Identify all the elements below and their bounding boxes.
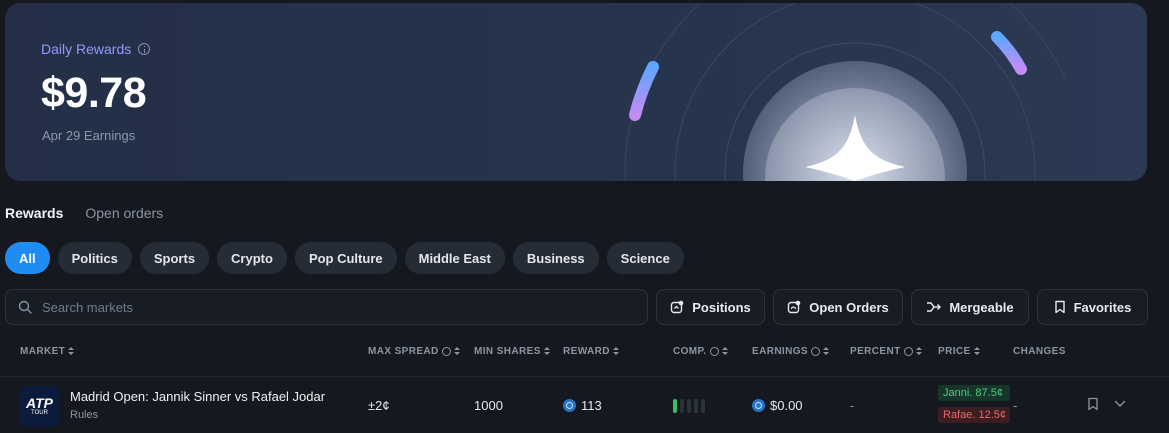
positions-label: Positions — [692, 299, 751, 315]
column-percent-label: PERCENT — [850, 346, 901, 357]
earnings-cell: $0.00 — [752, 398, 803, 413]
category-filters: All Politics Sports Crypto Pop Culture M… — [5, 242, 684, 274]
sort-icon — [973, 347, 980, 356]
mergeable-label: Mergeable — [949, 299, 1014, 315]
bookmark-icon[interactable] — [1087, 397, 1099, 411]
logo-text: ATP — [26, 395, 53, 411]
tab-rewards[interactable]: Rewards — [5, 205, 63, 221]
chevron-down-icon[interactable] — [1114, 400, 1126, 408]
column-percent[interactable]: PERCENT — [850, 346, 922, 357]
favorites-button[interactable]: Favorites — [1037, 289, 1148, 325]
sort-icon — [721, 347, 728, 356]
sort-icon — [68, 347, 75, 356]
chip-all[interactable]: All — [5, 242, 50, 274]
info-icon[interactable] — [138, 43, 151, 55]
column-comp[interactable]: COMP. — [673, 346, 728, 357]
max-spread-value: ±2¢ — [368, 398, 390, 413]
market-title[interactable]: Madrid Open: Jannik Sinner vs Rafael Jod… — [70, 389, 325, 404]
min-shares-value: 1000 — [474, 398, 503, 413]
daily-rewards-header: Daily Rewards — [41, 41, 151, 57]
comp-bar — [694, 399, 698, 413]
favorites-label: Favorites — [1073, 299, 1132, 315]
column-min-shares-label: MIN SHARES — [474, 346, 541, 357]
action-buttons: Positions Open Orders Mergeable Favorite… — [656, 289, 1148, 325]
price-yes-badge[interactable]: Janni. 87.5¢ — [938, 385, 1010, 401]
column-max-spread[interactable]: MAX SPREAD — [368, 346, 460, 357]
positions-icon — [671, 300, 684, 314]
info-icon[interactable] — [810, 347, 820, 356]
chip-business[interactable]: Business — [512, 242, 599, 274]
market-logo: ATP TOUR — [19, 386, 60, 427]
comp-bar — [687, 399, 691, 413]
chip-crypto[interactable]: Crypto — [217, 242, 287, 274]
column-max-spread-label: MAX SPREAD — [368, 346, 439, 357]
sort-icon — [822, 347, 829, 356]
daily-rewards-card: Daily Rewards $9.78 Apr 29 Earnings — [5, 3, 1147, 181]
info-icon[interactable] — [903, 347, 913, 356]
sort-icon — [453, 347, 460, 356]
rules-link[interactable]: Rules — [70, 409, 98, 421]
column-market[interactable]: MARKET — [20, 346, 75, 357]
column-earnings-label: EARNINGS — [752, 346, 808, 357]
column-comp-label: COMP. — [673, 346, 707, 357]
merge-icon — [927, 302, 942, 312]
table-header: MARKET MAX SPREAD MIN SHARES REWARD COMP… — [0, 346, 1169, 360]
search-input[interactable] — [42, 299, 602, 315]
competition-meter — [673, 399, 705, 413]
open-orders-button[interactable]: Open Orders — [773, 289, 903, 325]
column-reward-label: REWARD — [563, 346, 610, 357]
reward-cell: 113 — [563, 398, 602, 413]
chip-science[interactable]: Science — [606, 242, 684, 274]
positions-button[interactable]: Positions — [656, 289, 765, 325]
rewards-amount: $9.78 — [41, 69, 147, 117]
percent-value: - — [850, 398, 855, 413]
usdc-icon — [752, 399, 765, 412]
chip-politics[interactable]: Politics — [57, 242, 132, 274]
mergeable-button[interactable]: Mergeable — [911, 289, 1029, 325]
column-earnings[interactable]: EARNINGS — [752, 346, 829, 357]
daily-rewards-title: Daily Rewards — [41, 41, 132, 57]
column-market-label: MARKET — [20, 346, 66, 357]
info-icon[interactable] — [441, 347, 451, 356]
column-reward[interactable]: REWARD — [563, 346, 619, 357]
column-changes-label: CHANGES — [1013, 346, 1066, 357]
column-price-label: PRICE — [938, 346, 971, 357]
comp-bar — [701, 399, 705, 413]
usdc-icon — [563, 399, 576, 412]
price-no-badge[interactable]: Rafae. 12.5¢ — [938, 407, 1010, 423]
sort-icon — [915, 347, 922, 356]
column-min-shares[interactable]: MIN SHARES — [474, 346, 550, 357]
comp-bar — [680, 399, 684, 413]
sort-icon — [612, 347, 619, 356]
column-price[interactable]: PRICE — [938, 346, 980, 357]
sort-icon — [543, 347, 550, 356]
reward-value: 113 — [581, 398, 602, 413]
comp-bar — [673, 399, 677, 413]
open-orders-label: Open Orders — [809, 299, 889, 315]
rewards-illustration — [624, 3, 1065, 181]
chip-sports[interactable]: Sports — [139, 242, 210, 274]
table-row[interactable]: ATP TOUR Madrid Open: Jannik Sinner vs R… — [0, 376, 1169, 433]
main-tabs: Rewards Open orders — [5, 205, 163, 221]
info-icon[interactable] — [709, 347, 719, 356]
column-changes: CHANGES — [1013, 346, 1066, 357]
search-box — [5, 289, 648, 325]
changes-value: - — [1013, 398, 1018, 413]
earnings-date: Apr 29 Earnings — [42, 128, 136, 143]
earnings-value: $0.00 — [770, 398, 803, 413]
tab-open-orders[interactable]: Open orders — [85, 205, 163, 221]
bookmark-icon — [1054, 300, 1065, 314]
search-icon — [18, 300, 32, 314]
chip-middle-east[interactable]: Middle East — [404, 242, 505, 274]
logo-subtext: TOUR — [31, 410, 48, 416]
chip-pop-culture[interactable]: Pop Culture — [294, 242, 397, 274]
open-orders-icon — [788, 300, 801, 314]
